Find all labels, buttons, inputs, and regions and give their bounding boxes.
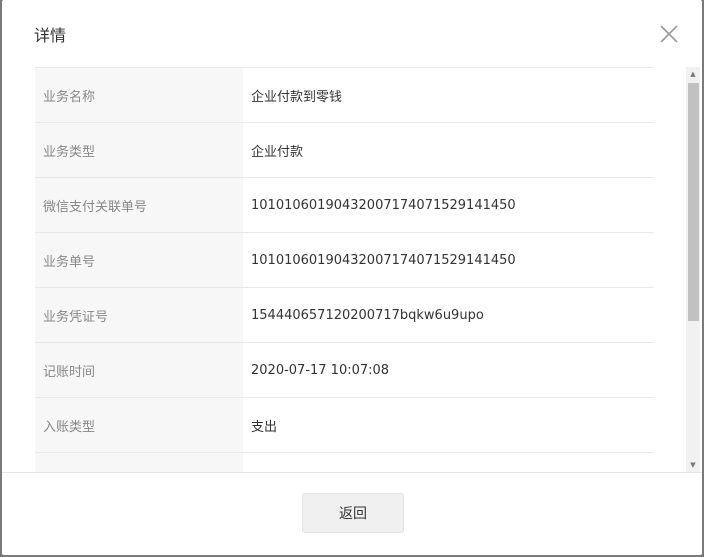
dialog-title: 详情 — [34, 26, 67, 45]
detail-value: 企业付款 — [243, 122, 654, 178]
scroll-down-arrow-icon[interactable]: ▼ — [686, 458, 700, 472]
detail-label: 业务凭证号 — [35, 287, 243, 343]
detail-row: 业务单号 10101060190432007174071529141450 — [35, 232, 654, 288]
detail-value — [243, 452, 654, 472]
detail-value: 1010106019043200717407152914145​0 — [243, 177, 654, 233]
detail-row: 入账类型 支出 — [35, 397, 654, 453]
detail-row — [35, 452, 654, 472]
detail-label: 业务类型 — [35, 122, 243, 178]
detail-label: 微信支付关联单号 — [35, 177, 243, 233]
detail-value: 支出 — [243, 397, 654, 453]
detail-row: 业务凭证号 154440657120200717bqkw6u9upo — [35, 287, 654, 343]
detail-value: 2020-07-17 10:07:08 — [243, 342, 654, 398]
detail-row: 记账时间 2020-07-17 10:07:08 — [35, 342, 654, 398]
detail-label: 业务单号 — [35, 232, 243, 288]
detail-label: 入账类型 — [35, 397, 243, 453]
detail-row: 业务类型 企业付款 — [35, 122, 654, 178]
details-table: 业务名称 企业付款到零钱 业务类型 企业付款 微信支付关联单号 1010106019043… — [35, 67, 654, 472]
dialog-body[interactable]: 业务名称 企业付款到零钱 业务类型 企业付款 微信支付关联单号 1010106019043… — [2, 67, 702, 472]
vertical-scrollbar[interactable]: ▲ ▼ — [686, 67, 700, 472]
scroll-thumb[interactable] — [688, 83, 699, 321]
detail-value: 企业付款到零钱 — [243, 67, 654, 123]
detail-label — [35, 452, 243, 472]
dialog-footer: 返回 — [2, 472, 702, 555]
detail-label: 业务名称 — [35, 67, 243, 123]
detail-dialog: 详情 业务名称 企业付款到零钱 业务类型 企业付款 微信支付关联单号 1010106019… — [2, 0, 702, 555]
back-button[interactable]: 返回 — [302, 493, 404, 533]
detail-label: 记账时间 — [35, 342, 243, 398]
detail-value: 154440657120200717bqkw6u9upo — [243, 287, 654, 343]
close-icon — [660, 25, 678, 43]
detail-row: 业务名称 企业付款到零钱 — [35, 67, 654, 123]
close-button[interactable] — [657, 22, 681, 46]
scroll-up-arrow-icon[interactable]: ▲ — [686, 67, 700, 81]
detail-row: 微信支付关联单号 1010106019043200717407152914145​… — [35, 177, 654, 233]
detail-value: 10101060190432007174071529141450 — [243, 232, 654, 288]
